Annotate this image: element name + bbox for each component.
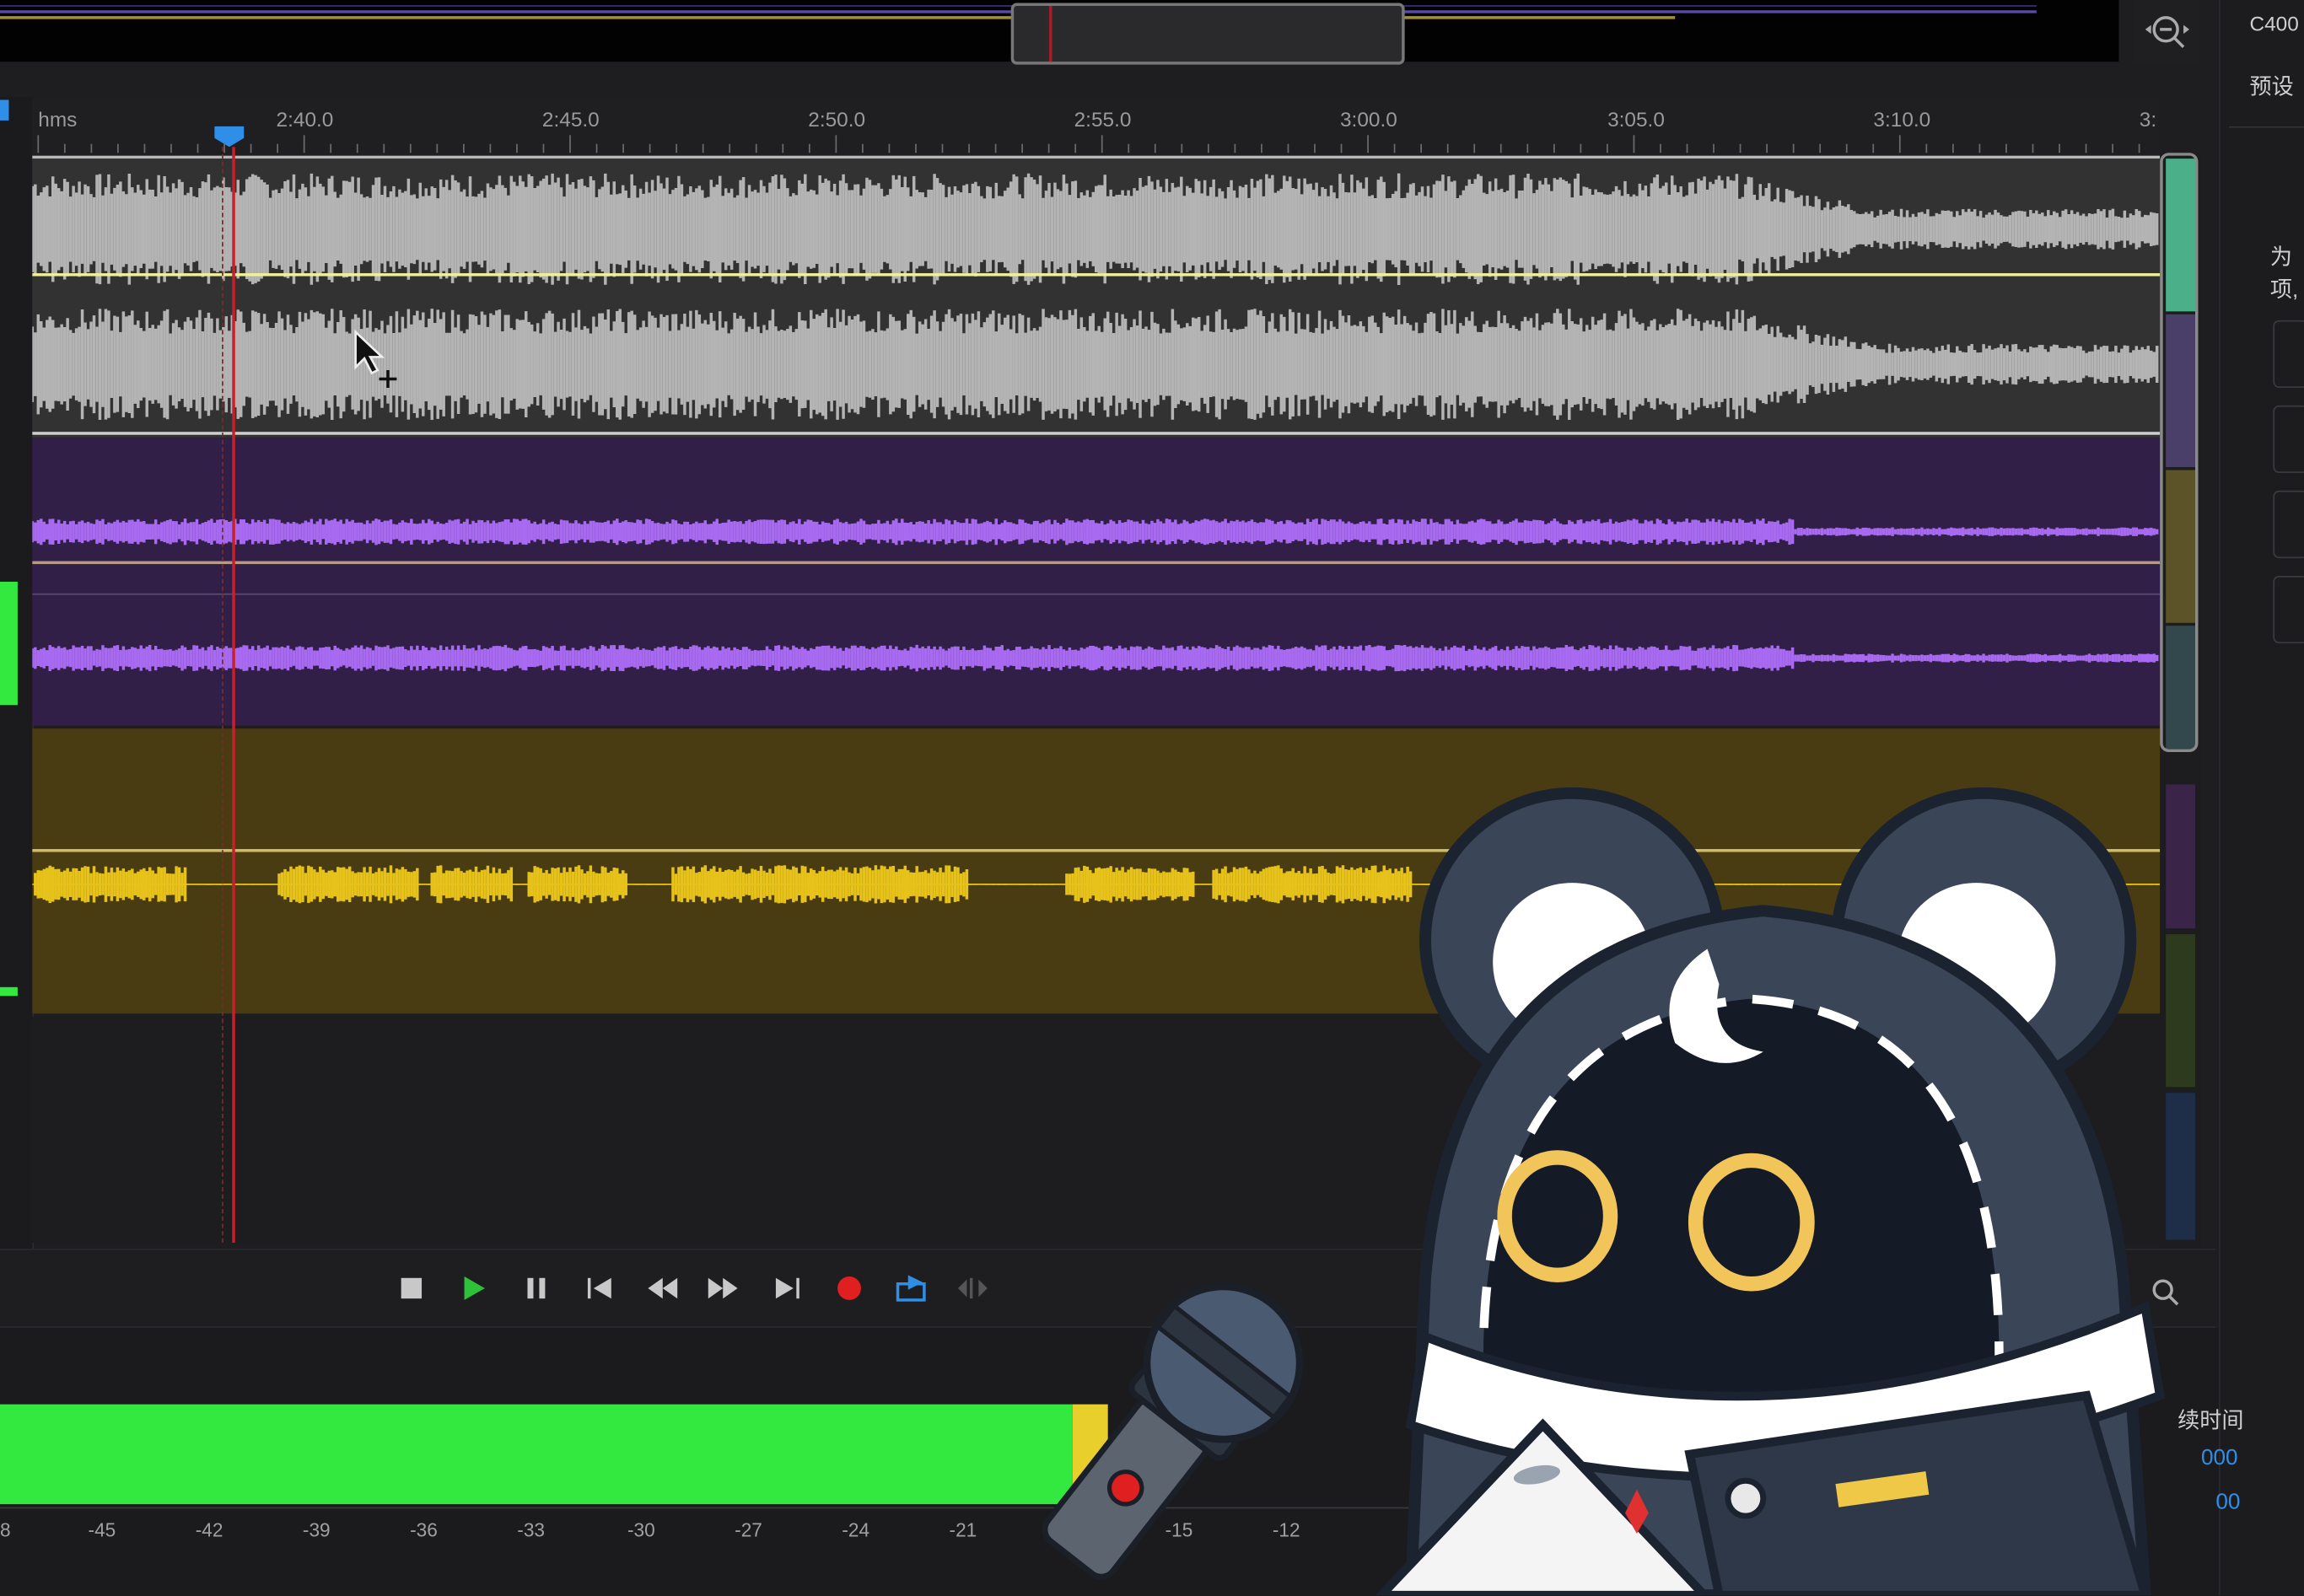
zoom-fit-icon (2145, 16, 2190, 48)
track-header-strip (0, 96, 35, 1258)
scroll-thumb[interactable] (2160, 153, 2199, 753)
meter-db-label: -33 (517, 1518, 546, 1541)
meter-db-label: -45 (88, 1518, 116, 1541)
go-to-start-button[interactable] (582, 1272, 617, 1304)
panel-option-2[interactable] (2273, 405, 2304, 474)
rewind-button[interactable] (645, 1272, 681, 1304)
channel-divider (32, 593, 2161, 595)
panel-option-1[interactable] (2273, 320, 2304, 388)
meter-db-label: -30 (627, 1518, 655, 1541)
meter-level-green (0, 1404, 1073, 1505)
play-button[interactable] (455, 1272, 491, 1304)
panel-label-c400: C400 (2249, 11, 2299, 35)
track-1-waveform (32, 173, 2159, 421)
microphone-sticker-icon (1042, 1282, 1304, 1580)
panel-partial-text-1: 为 (2269, 245, 2293, 271)
meter-db-label: -39 (302, 1518, 331, 1541)
track-2-clip[interactable] (32, 438, 2161, 726)
meter-db-label: -36 (410, 1518, 438, 1541)
panel-option-4[interactable] (2273, 575, 2304, 644)
playhead-line[interactable] (232, 147, 235, 1243)
meter-db-label: 8 (0, 1518, 11, 1541)
record-button[interactable] (832, 1272, 867, 1304)
track-1-clip[interactable] (32, 159, 2161, 438)
volume-envelope-line[interactable] (32, 273, 2161, 277)
overview-navigator[interactable] (0, 0, 2119, 65)
mascot-astronaut-bear-sticker (1375, 787, 2166, 1596)
track-2-waveform (32, 519, 2159, 672)
ruler-tick-marks (37, 135, 2140, 153)
stop-button[interactable] (394, 1272, 429, 1304)
loop-playback-button[interactable] (893, 1272, 929, 1304)
panel-divider (2229, 126, 2304, 190)
go-to-end-button[interactable] (770, 1272, 805, 1304)
zoom-to-fit-button[interactable] (2133, 0, 2201, 65)
meter-db-label: -24 (842, 1518, 870, 1541)
track-meter-level-2 (0, 986, 18, 997)
skip-selection-button[interactable] (955, 1272, 990, 1304)
fast-forward-button[interactable] (705, 1272, 740, 1304)
pause-button[interactable] (519, 1272, 554, 1304)
preset-label: 预设 (2249, 74, 2294, 100)
meter-db-label: -21 (949, 1518, 977, 1541)
panel-partial-text-2: 项, (2269, 277, 2299, 303)
audio-editor-window: C400 预设 为 项, hms 2:40.0 2:45.0 2:50.0 2:… (0, 0, 2304, 1596)
playhead-marker-icon[interactable] (208, 123, 252, 153)
selection-marker (0, 99, 9, 121)
volume-envelope-line[interactable] (32, 561, 2161, 565)
panel-option-3[interactable] (2273, 490, 2304, 559)
meter-db-label: -27 (735, 1518, 762, 1541)
meter-db-label: -42 (195, 1518, 223, 1541)
track-1-bottom-border (32, 432, 2161, 435)
move-cursor-icon (354, 329, 397, 388)
overview-viewport-handle[interactable] (1010, 3, 1405, 65)
time-ruler[interactable]: hms 2:40.0 2:45.0 2:50.0 2:55.0 3:00.0 3… (32, 96, 2161, 159)
cursor-guide-line (222, 147, 224, 1243)
track-meter-level (0, 581, 18, 706)
